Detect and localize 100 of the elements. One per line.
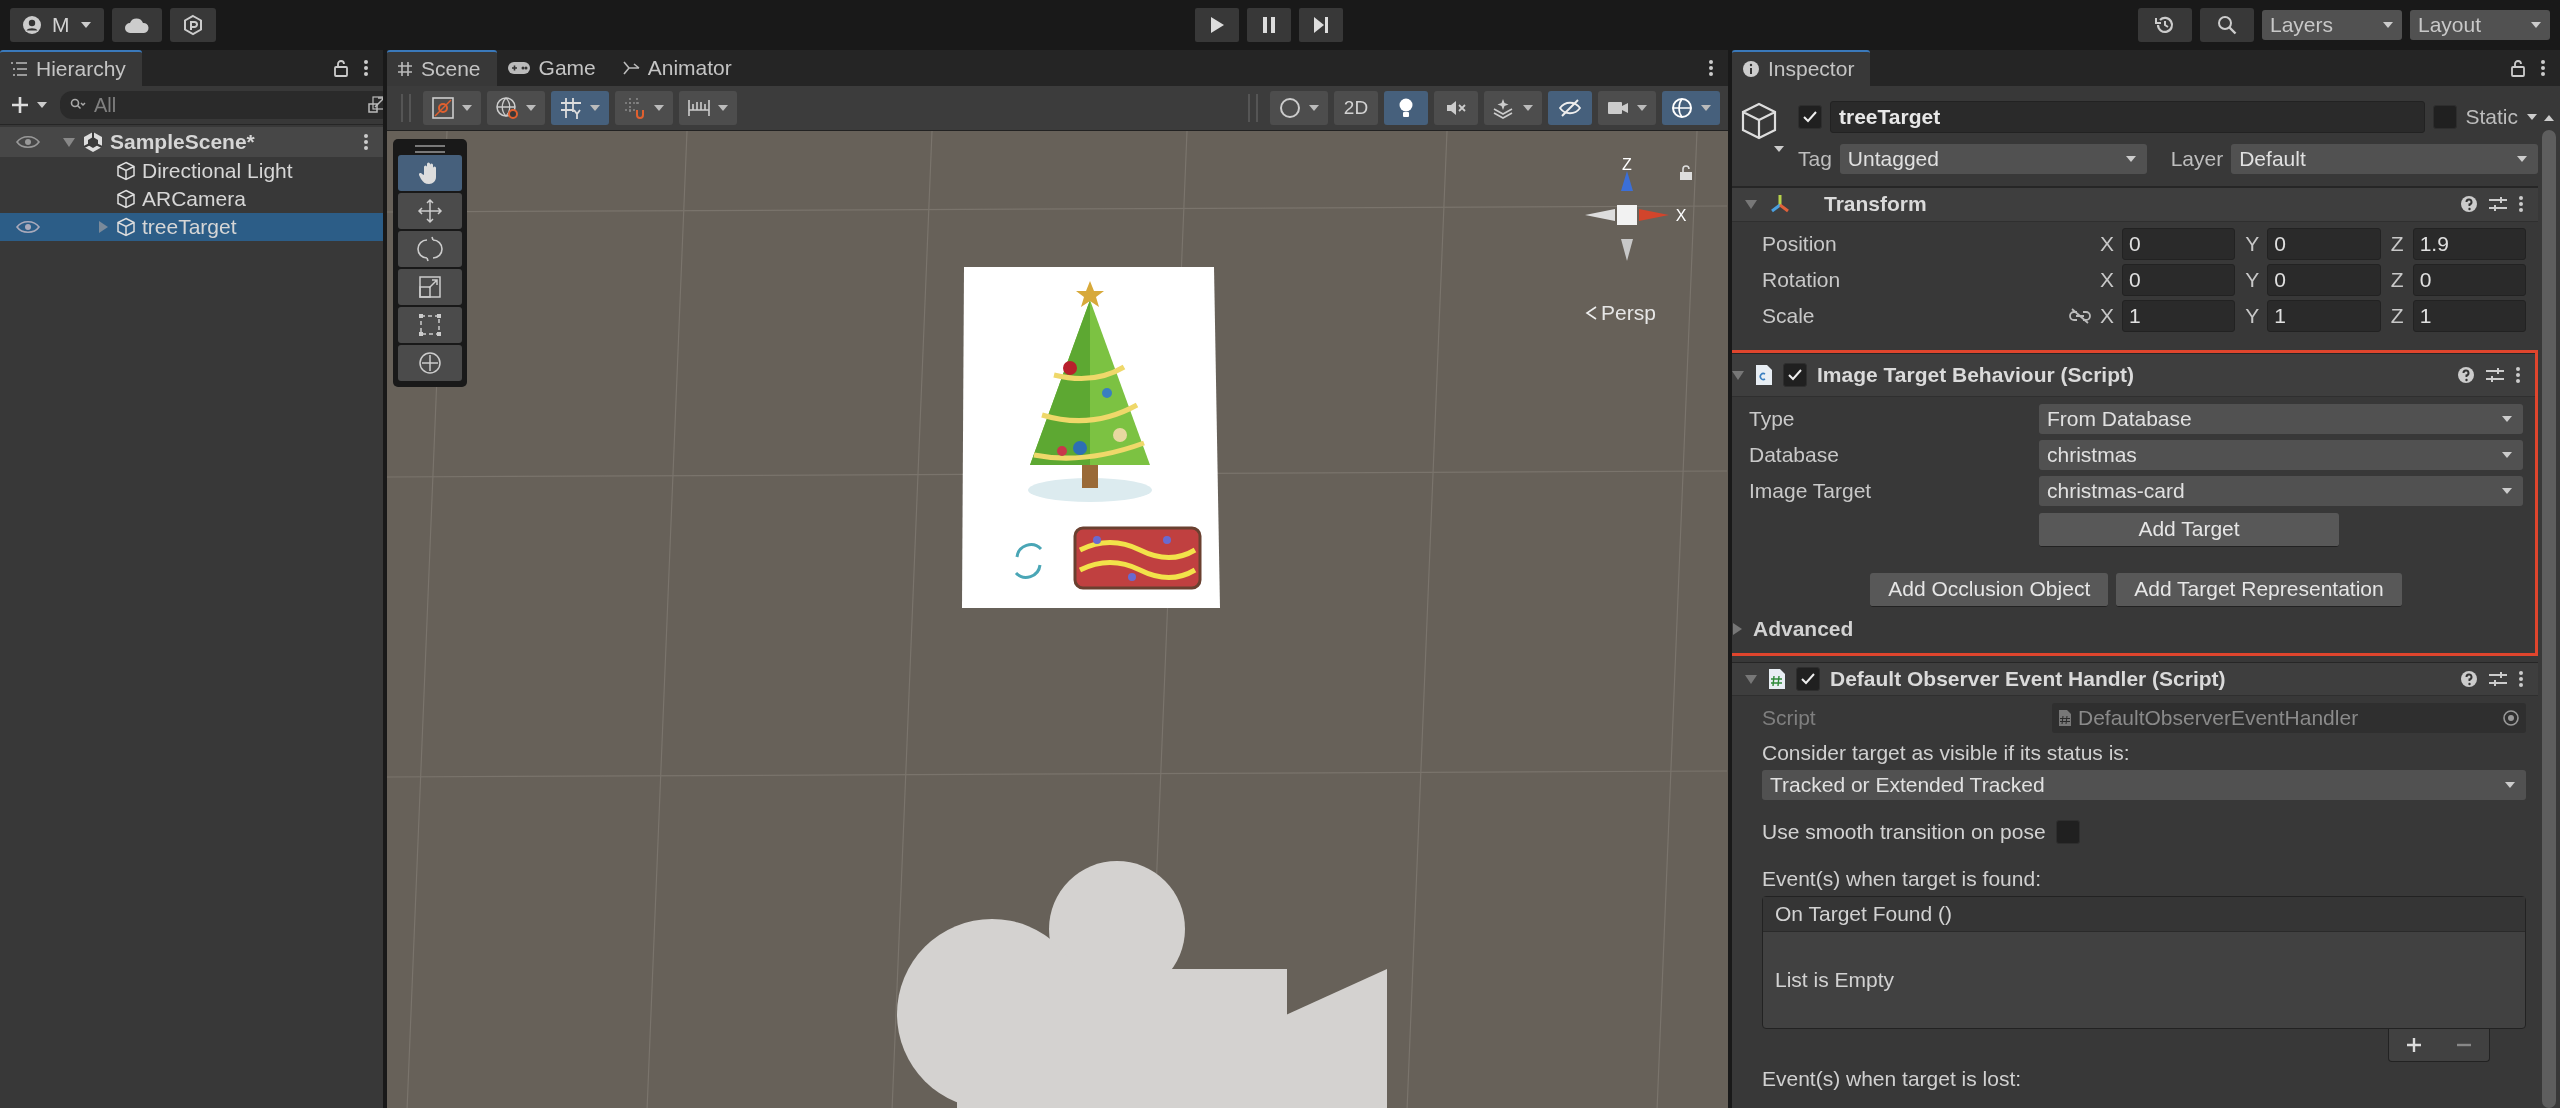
action-button[interactable]: Add Target Representation (2116, 572, 2402, 607)
expand-icon[interactable] (367, 95, 383, 115)
more-options-icon[interactable] (363, 59, 369, 77)
scroll-up-icon[interactable] (2543, 114, 2555, 122)
toolbar-grip[interactable] (401, 94, 411, 122)
target-icon[interactable] (2502, 709, 2520, 727)
step-button[interactable] (1299, 8, 1343, 42)
static-checkbox[interactable] (2433, 105, 2458, 129)
action-button[interactable]: Add Occlusion Object (1870, 572, 2109, 607)
scene-tool-button[interactable] (1484, 91, 1542, 125)
more-options-icon[interactable] (2518, 195, 2524, 214)
unlinked-chain-icon[interactable] (2068, 306, 2092, 325)
number-field[interactable]: 0 (2122, 227, 2236, 260)
play-button[interactable] (1195, 8, 1239, 42)
scene-tool-button[interactable] (1662, 91, 1720, 125)
drag-handle-icon[interactable] (415, 145, 445, 153)
more-options-icon[interactable] (2518, 669, 2524, 688)
inspector-tab[interactable]: Inspector (1732, 50, 1871, 86)
more-options-icon[interactable] (363, 133, 369, 151)
dropdown-field[interactable]: christmas-card (2039, 475, 2523, 506)
tool-button[interactable] (398, 269, 462, 305)
advanced-foldout[interactable]: Advanced (1732, 610, 2523, 647)
component-header[interactable]: Transform (1732, 187, 2538, 222)
search-field[interactable]: All (60, 91, 383, 119)
axis-label: Y (2245, 267, 2260, 292)
view-tab[interactable]: Animator (611, 50, 748, 86)
orientation-gizmo[interactable] (1585, 171, 1669, 261)
tool-button[interactable] (398, 307, 462, 343)
layers-dropdown[interactable]: Layers (2262, 10, 2402, 40)
number-field[interactable]: 0 (2122, 263, 2236, 296)
layout-dropdown[interactable]: Layout (2410, 10, 2550, 40)
enabled-checkbox[interactable] (1796, 666, 1820, 691)
lock-icon[interactable] (1679, 165, 1693, 181)
cube-icon[interactable] (1740, 102, 1784, 154)
history-button[interactable] (2138, 8, 2192, 42)
scene-tool-button[interactable] (487, 91, 545, 125)
component-header[interactable]: Default Observer Event Handler (Script) (1732, 661, 2538, 696)
search-button[interactable] (2200, 8, 2254, 42)
2d-toggle[interactable]: 2D (1334, 91, 1378, 125)
help-icon[interactable] (2460, 669, 2478, 688)
active-checkbox[interactable] (1798, 105, 1822, 129)
more-options-icon[interactable] (2540, 59, 2546, 77)
view-tab[interactable]: Scene (387, 50, 497, 86)
cloud-button[interactable] (111, 8, 162, 42)
package-button[interactable] (169, 8, 216, 42)
help-icon[interactable] (2460, 195, 2478, 214)
scene-tool-button[interactable] (1270, 91, 1328, 125)
sliders-icon[interactable] (2488, 195, 2508, 214)
lock-icon[interactable] (2510, 59, 2526, 77)
eye-icon[interactable] (16, 134, 40, 150)
chevron-left-icon[interactable] (1585, 305, 1597, 321)
scene-tool-button[interactable] (1434, 91, 1478, 125)
view-tab[interactable]: Game (496, 50, 612, 86)
pause-button[interactable] (1247, 8, 1291, 42)
tool-button[interactable] (398, 193, 462, 229)
tag-label: Tag (1798, 147, 1832, 171)
add-target-button[interactable]: Add Target (2039, 512, 2339, 547)
tag-dropdown[interactable]: Untagged (1839, 144, 2147, 174)
scene-tool-button[interactable] (1598, 91, 1656, 125)
account-button[interactable]: M (10, 8, 104, 42)
dropdown-field[interactable]: christmas (2039, 439, 2523, 470)
scene-tool-button[interactable] (1548, 91, 1592, 125)
scene-tool-button[interactable] (551, 91, 609, 125)
number-field[interactable]: 0 (2267, 227, 2381, 260)
tool-button[interactable] (398, 231, 462, 267)
enabled-checkbox[interactable] (1783, 362, 1807, 387)
plus-icon[interactable] (2405, 1036, 2423, 1054)
name-field[interactable]: treeTarget (1830, 101, 2426, 133)
tool-button[interactable] (398, 345, 462, 381)
eye-icon[interactable] (16, 219, 40, 235)
number-field[interactable]: 1 (2267, 299, 2381, 332)
number-field[interactable]: 0 (2267, 263, 2381, 296)
scene-tool-button[interactable] (423, 91, 481, 125)
scene-tool-button[interactable] (1384, 91, 1428, 125)
status-dropdown[interactable]: Tracked or Extended Tracked (1762, 770, 2526, 800)
more-options-icon[interactable] (2515, 365, 2521, 384)
number-field[interactable]: 1.9 (2412, 227, 2526, 260)
tool-button[interactable] (398, 155, 462, 191)
sliders-icon[interactable] (2488, 669, 2508, 688)
hierarchy-tab[interactable]: Hierarchy (0, 50, 142, 86)
hierarchy-item[interactable]: treeTarget (0, 213, 383, 241)
dropdown-field[interactable]: From Database (2039, 403, 2523, 434)
layer-dropdown[interactable]: Default (2231, 144, 2538, 174)
scene-row[interactable]: SampleScene* (0, 127, 383, 157)
projection-label[interactable]: Persp (1601, 301, 1656, 325)
smooth-transition-checkbox[interactable] (2055, 820, 2080, 844)
number-field[interactable]: 1 (2412, 299, 2526, 332)
expand-arrow-icon[interactable] (62, 135, 76, 149)
component-header[interactable]: Image Target Behaviour (Script) (1732, 352, 2535, 397)
toolbar-grip[interactable] (1248, 94, 1258, 122)
help-icon[interactable] (2457, 365, 2475, 384)
scene-tool-button[interactable] (679, 91, 737, 125)
lock-icon[interactable] (333, 59, 349, 77)
script-field[interactable]: DefaultObserverEventHandler (2052, 703, 2526, 733)
more-options-icon[interactable] (1708, 59, 1714, 77)
caret-icon[interactable] (2526, 113, 2538, 121)
number-field[interactable]: 0 (2412, 263, 2526, 296)
cube-icon (116, 217, 136, 237)
number-field[interactable]: 1 (2122, 299, 2236, 332)
sliders-icon[interactable] (2485, 365, 2505, 384)
